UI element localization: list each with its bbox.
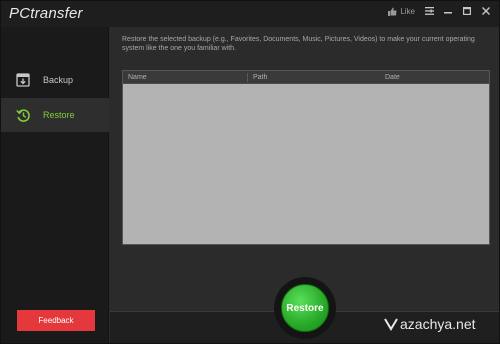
- close-icon[interactable]: [481, 6, 491, 16]
- restore-description: Restore the selected backup (e.g., Favor…: [122, 36, 475, 52]
- title-bar: PCtransfer Like: [1, 1, 499, 27]
- sidebar-item-label: Restore: [43, 110, 75, 120]
- sidebar-item-label: Backup: [43, 75, 74, 85]
- restore-button[interactable]: Restore: [281, 284, 329, 332]
- like-label: Like: [400, 6, 415, 16]
- window-controls: Like: [388, 6, 491, 16]
- app-window: PCtransfer Like Backup Restore Feedback …: [0, 0, 500, 344]
- maximize-icon[interactable]: [462, 6, 472, 16]
- backup-icon: [15, 72, 31, 88]
- main-panel: Restore the selected backup (e.g., Favor…: [110, 27, 499, 343]
- feedback-button[interactable]: Feedback: [17, 310, 95, 331]
- table-header: Name Path Date: [123, 71, 489, 84]
- menu-icon[interactable]: [424, 6, 434, 16]
- watermark-logo-icon: [383, 316, 399, 332]
- minimize-icon[interactable]: [443, 6, 453, 16]
- thumbs-up-icon: [388, 7, 397, 16]
- watermark-text: azachya.net: [400, 316, 476, 332]
- sidebar-item-restore[interactable]: Restore: [1, 98, 109, 132]
- column-divider[interactable]: [247, 73, 248, 82]
- column-header-name[interactable]: Name: [128, 74, 147, 81]
- sidebar: Backup Restore Feedback: [1, 27, 109, 343]
- sidebar-item-backup[interactable]: Backup: [1, 63, 109, 97]
- restore-icon: [15, 107, 31, 123]
- like-button[interactable]: Like: [388, 7, 415, 16]
- app-title: PCtransfer: [9, 5, 83, 22]
- watermark: azachya.net: [383, 316, 476, 332]
- restore-button-ring: Restore: [274, 277, 336, 339]
- backup-table[interactable]: Name Path Date: [122, 70, 490, 245]
- column-header-path[interactable]: Path: [253, 74, 267, 81]
- column-header-date[interactable]: Date: [385, 74, 400, 81]
